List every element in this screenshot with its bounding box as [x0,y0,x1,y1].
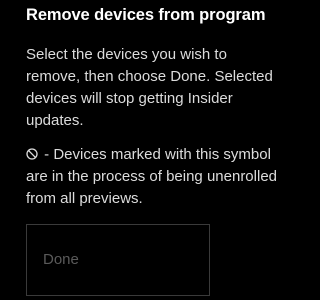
dialog-description: Select the devices you wish to remove, t… [26,46,273,129]
done-button-label: Done [43,251,79,268]
unenroll-note: - Devices marked with this symbol are in… [26,144,278,210]
no-entry-icon [26,145,38,160]
remove-devices-dialog: Remove devices from program Select the d… [0,0,300,300]
unenroll-note-text: - Devices marked with this symbol are in… [26,146,278,207]
done-button[interactable]: Done [26,224,210,296]
dialog-title: Remove devices from program [26,6,266,24]
